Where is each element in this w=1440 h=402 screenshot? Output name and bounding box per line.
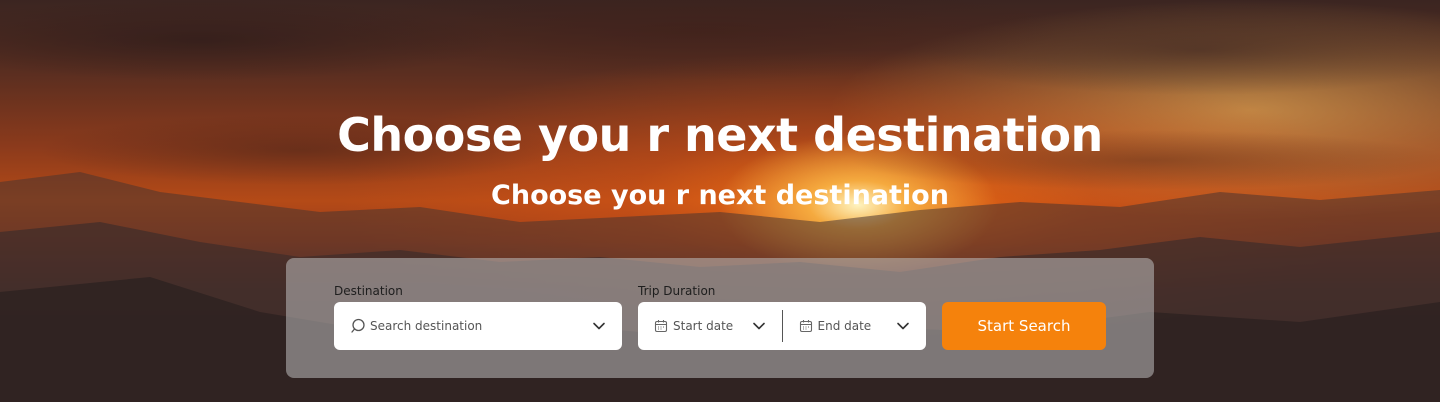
trip-duration-label: Trip Duration [638,284,716,298]
hero-title: Choose you r next destination [337,108,1103,162]
end-date-placeholder: End date [817,319,872,333]
hero-subtitle: Choose you r next destination [491,180,949,211]
calendar-icon [654,319,668,333]
start-date-select[interactable]: Start date [638,302,782,350]
calendar-icon [799,319,813,333]
chevron-down-icon [592,319,606,333]
search-icon [350,318,366,334]
hero-banner: Choose you r next destination Choose you… [0,0,1440,402]
end-date-select[interactable]: End date [783,302,927,350]
start-date-placeholder: Start date [673,319,734,333]
chevron-down-icon [896,319,910,333]
search-panel: Destination Trip Duration Search destina… [286,258,1154,378]
trip-duration-field: Start date End date [638,302,926,350]
start-search-button[interactable]: Start Search [942,302,1106,350]
chevron-down-icon [752,319,766,333]
destination-select[interactable]: Search destination [334,302,622,350]
destination-placeholder: Search destination [370,319,483,333]
destination-label: Destination [334,284,403,298]
